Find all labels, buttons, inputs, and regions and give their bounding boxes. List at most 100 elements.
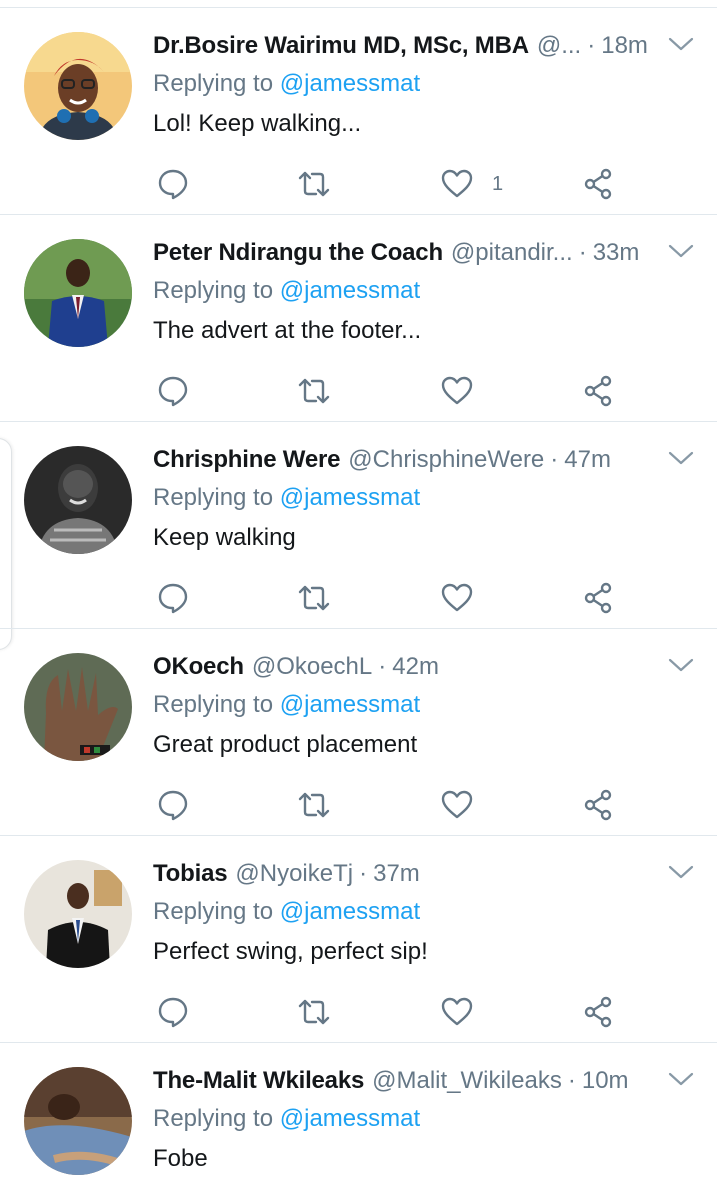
tweet-item[interactable]: Chrisphine Were @ChrisphineWere · 47m Re…	[0, 422, 717, 629]
chevron-down-icon[interactable]	[668, 1071, 698, 1095]
replying-to-line: Replying to @jamessmat	[153, 480, 698, 516]
share-button[interactable]	[581, 785, 615, 825]
tweet-text: Great product placement	[153, 731, 418, 758]
tweet-item[interactable]: Peter Ndirangu the Coach @pitandir... · …	[0, 215, 717, 422]
tweet-actions	[153, 578, 623, 618]
author-handle[interactable]: @OkoechL	[252, 649, 372, 685]
author-name[interactable]: Tobias	[153, 856, 228, 892]
tweet-time[interactable]: 47m	[564, 442, 611, 478]
retweet-button[interactable]	[297, 164, 331, 204]
author-handle[interactable]: @ChrisphineWere	[348, 442, 544, 478]
replying-prefix: Replying to	[153, 691, 274, 718]
reply-button[interactable]	[156, 164, 190, 204]
retweet-icon	[298, 585, 330, 611]
tweet-time[interactable]: 37m	[373, 856, 420, 892]
replying-prefix: Replying to	[153, 70, 274, 97]
replying-to-line: Replying to @jamessmat	[153, 894, 698, 930]
reply-button[interactable]	[156, 578, 190, 618]
tweet-actions: 1	[153, 164, 623, 204]
reply-bubble-icon	[158, 583, 188, 614]
author-handle[interactable]: @...	[537, 28, 581, 64]
mention-link[interactable]: @jamessmat	[280, 70, 420, 97]
chevron-down-icon[interactable]	[668, 864, 698, 888]
heart-icon	[441, 583, 473, 612]
retweet-button[interactable]	[297, 992, 331, 1032]
author-name[interactable]: Chrisphine Were	[153, 442, 340, 478]
heart-icon	[441, 997, 473, 1026]
chevron-down-icon[interactable]	[668, 243, 698, 267]
tweet-actions	[153, 992, 623, 1032]
mention-link[interactable]: @jamessmat	[280, 691, 420, 718]
like-button[interactable]	[440, 785, 492, 825]
share-button[interactable]	[581, 992, 615, 1032]
share-icon	[584, 375, 612, 407]
author-name[interactable]: Peter Ndirangu the Coach	[153, 235, 443, 271]
avatar[interactable]	[24, 32, 132, 140]
mention-link[interactable]: @jamessmat	[280, 898, 420, 925]
separator-dot: ·	[567, 1067, 576, 1094]
tweet-text: The advert at the footer...	[153, 317, 422, 344]
retweet-icon	[298, 792, 330, 818]
separator-dot: ·	[550, 446, 559, 473]
tweet-item[interactable]: The-Malit Wkileaks @Malit_Wikileaks · 10…	[0, 1043, 717, 1200]
share-button[interactable]	[581, 578, 615, 618]
mention-link[interactable]: @jamessmat	[280, 1105, 420, 1132]
reply-bubble-icon	[158, 997, 188, 1028]
replying-prefix: Replying to	[153, 1105, 274, 1132]
avatar[interactable]	[24, 1067, 132, 1175]
like-button[interactable]	[440, 371, 492, 411]
retweet-icon	[298, 378, 330, 404]
tweet-text: Perfect swing, perfect sip!	[153, 938, 428, 965]
reply-button[interactable]	[156, 992, 190, 1032]
tweet-text: Lol! Keep walking...	[153, 110, 362, 137]
tweet-item[interactable]: Dr.Bosire Wairimu MD, MSc, MBA @... · 18…	[0, 8, 717, 215]
avatar[interactable]	[24, 239, 132, 347]
retweet-icon	[298, 171, 330, 197]
avatar[interactable]	[24, 446, 132, 554]
avatar[interactable]	[24, 860, 132, 968]
author-name[interactable]: Dr.Bosire Wairimu MD, MSc, MBA	[153, 28, 529, 64]
separator-dot: ·	[378, 653, 387, 680]
author-handle[interactable]: @Malit_Wikileaks	[372, 1063, 562, 1099]
tweet-item[interactable]: Tobias @NyoikeTj · 37m Replying to @jame…	[0, 836, 717, 1043]
avatar[interactable]	[24, 653, 132, 761]
chevron-down-icon[interactable]	[668, 36, 698, 60]
share-icon	[584, 168, 612, 200]
like-button[interactable]	[440, 992, 492, 1032]
tweet-item[interactable]: OKoech @OkoechL · 42m Replying to @james…	[0, 629, 717, 836]
author-handle[interactable]: @pitandir...	[451, 235, 573, 271]
tweet-time[interactable]: 18m	[601, 28, 648, 64]
tweet-header: Tobias @NyoikeTj · 37m	[153, 856, 698, 892]
retweet-button[interactable]	[297, 371, 331, 411]
tweet-time[interactable]: 42m	[392, 649, 439, 685]
like-button[interactable]	[440, 578, 492, 618]
separator-dot: ·	[587, 32, 596, 59]
tweet-header: OKoech @OkoechL · 42m	[153, 649, 698, 685]
replying-to-line: Replying to @jamessmat	[153, 66, 698, 102]
author-handle[interactable]: @NyoikeTj	[235, 856, 353, 892]
replying-to-line: Replying to @jamessmat	[153, 273, 698, 309]
separator-dot: ·	[578, 239, 587, 266]
tweet-actions	[153, 785, 623, 825]
tweet-actions	[153, 371, 623, 411]
chevron-down-icon[interactable]	[668, 450, 698, 474]
retweet-button[interactable]	[297, 578, 331, 618]
share-button[interactable]	[581, 164, 615, 204]
reply-button[interactable]	[156, 371, 190, 411]
retweet-button[interactable]	[297, 785, 331, 825]
mention-link[interactable]: @jamessmat	[280, 277, 420, 304]
reply-button[interactable]	[156, 785, 190, 825]
replying-prefix: Replying to	[153, 898, 274, 925]
author-name[interactable]: OKoech	[153, 649, 244, 685]
tweet-time[interactable]: 33m	[593, 235, 640, 271]
tweet-header: Dr.Bosire Wairimu MD, MSc, MBA @... · 18…	[153, 28, 698, 64]
chevron-down-icon[interactable]	[668, 657, 698, 681]
share-button[interactable]	[581, 371, 615, 411]
reply-bubble-icon	[158, 790, 188, 821]
tweet-time[interactable]: 10m	[582, 1063, 629, 1099]
replying-to-line: Replying to @jamessmat	[153, 687, 698, 723]
like-button[interactable]: 1	[440, 164, 503, 204]
tweet-header: Peter Ndirangu the Coach @pitandir... · …	[153, 235, 698, 271]
author-name[interactable]: The-Malit Wkileaks	[153, 1063, 364, 1099]
mention-link[interactable]: @jamessmat	[280, 484, 420, 511]
